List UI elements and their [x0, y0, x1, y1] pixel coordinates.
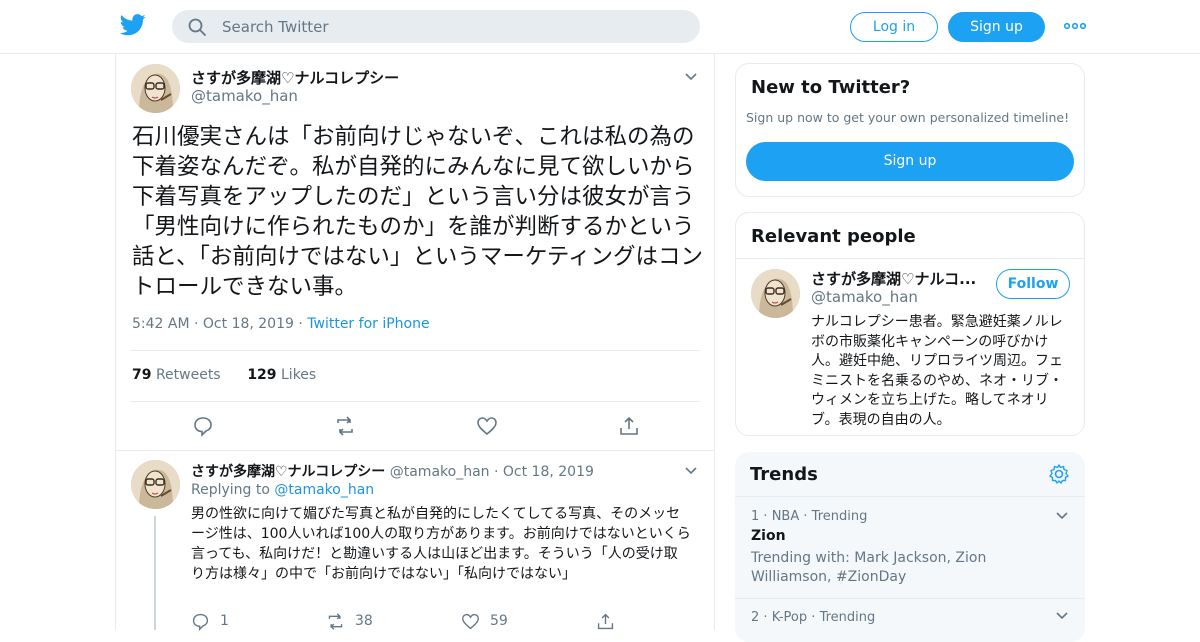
new-to-twitter-card: New to Twitter? Sign up now to get your …: [735, 63, 1085, 197]
trends-title: Trends: [750, 464, 818, 485]
tweet-meta: 5:42 AM · Oct 18, 2019 · Twitter for iPh…: [132, 316, 430, 332]
person-bio: ナルコレプシー患者。緊急避妊薬ノルレボの市販薬化キャンペーンの呼びかけ人。避妊中…: [811, 314, 1063, 428]
trend-item[interactable]: 2 · K-Pop · Trending: [735, 599, 1085, 642]
divider: [736, 258, 1084, 259]
replying-to: Replying to @tamako_han: [191, 482, 374, 498]
trend-rank: 2: [751, 610, 760, 625]
tweet-stats: 79 Retweets 129 Likes: [132, 367, 316, 383]
reply-icon[interactable]: [192, 415, 214, 437]
ellipsis-icon[interactable]: [1062, 18, 1088, 34]
sidebar-signup-button[interactable]: Sign up: [746, 142, 1074, 181]
trend-name: Zion: [751, 528, 786, 544]
trend-status: Trending: [811, 509, 868, 524]
reply-icon[interactable]: [191, 612, 210, 631]
chevron-down-icon[interactable]: [1055, 611, 1069, 621]
new-to-twitter-subtitle: Sign up now to get your own personalized…: [746, 110, 1070, 125]
search-icon: [188, 18, 206, 36]
retweets-count: 79: [132, 367, 152, 383]
new-to-twitter-title: New to Twitter?: [751, 77, 911, 98]
thread-line: [154, 516, 156, 630]
tweet-date[interactable]: Oct 18, 2019: [203, 316, 294, 332]
trend-category: NBA: [771, 509, 800, 524]
divider: [116, 450, 714, 451]
search-bar[interactable]: [172, 10, 700, 43]
share-icon[interactable]: [596, 612, 615, 631]
trend-separator: ·: [763, 610, 768, 625]
share-icon[interactable]: [618, 415, 640, 437]
avatar-illustration-icon: [131, 64, 180, 113]
tweet-source-link[interactable]: Twitter for iPhone: [307, 316, 429, 332]
trend-context: 1 · NBA · Trending: [751, 509, 867, 524]
likes-count: 129: [247, 367, 277, 383]
trend-related: Trending with: Mark Jackson, Zion Willia…: [751, 550, 987, 585]
retweets-label: Retweets: [155, 367, 221, 383]
trend-context: 2 · K-Pop · Trending: [751, 610, 875, 625]
person-handle[interactable]: @tamako_han: [811, 288, 918, 306]
trend-category: K-Pop: [771, 610, 808, 625]
trend-separator: ·: [803, 509, 808, 524]
login-button[interactable]: Log in: [850, 12, 938, 42]
reply-header: さすが多摩湖♡ナルコレプシー @tamako_han · Oct 18, 201…: [191, 461, 594, 481]
top-header: Log in Sign up: [0, 0, 1200, 54]
signup-button[interactable]: Sign up: [948, 12, 1045, 42]
tweet-text: 石川優実さんは「お前向けじゃないぞ、これは私の為の下着姿なんだぞ。私が自発的にみ…: [132, 124, 704, 300]
trend-item[interactable]: 1 · NBA · Trending Zion Trending with: M…: [735, 497, 1085, 597]
trend-separator: ·: [763, 509, 768, 524]
meta-separator: ·: [493, 464, 499, 480]
search-input[interactable]: [222, 10, 682, 43]
trend-separator: ·: [811, 610, 816, 625]
gear-icon[interactable]: [1048, 463, 1070, 485]
tweet-time[interactable]: 5:42 AM: [132, 316, 190, 332]
meta-separator: ·: [298, 316, 303, 332]
tweet-column: さすが多摩湖♡ナルコレプシー @tamako_han 石川優実さんは「お前向けじ…: [115, 54, 715, 631]
relevant-people-title: Relevant people: [751, 226, 916, 247]
chevron-down-icon[interactable]: [684, 72, 698, 82]
like-count: 59: [490, 613, 508, 629]
reply-date[interactable]: Oct 18, 2019: [503, 464, 594, 480]
avatar-illustration-icon: [131, 460, 180, 509]
like-icon[interactable]: [461, 612, 480, 631]
divider: [131, 350, 700, 351]
chevron-down-icon[interactable]: [1055, 511, 1069, 521]
avatar[interactable]: [131, 64, 180, 113]
trend-rank: 1: [751, 509, 760, 524]
retweets-stat[interactable]: 79 Retweets: [132, 367, 221, 383]
person-name[interactable]: さすが多摩湖♡ナルコ...: [811, 268, 976, 289]
like-icon[interactable]: [476, 415, 498, 437]
reply-author-handle[interactable]: @tamako_han: [390, 464, 490, 480]
avatar[interactable]: [751, 269, 800, 318]
retweet-icon[interactable]: [326, 612, 345, 631]
likes-label: Likes: [281, 367, 317, 383]
meta-separator: ·: [194, 316, 199, 332]
replying-to-link[interactable]: @tamako_han: [274, 482, 374, 498]
reply-text: 男の性欲に向けて媚びた写真と私が自発的にしたくてしてる写真、そのメッセージ性は、…: [191, 506, 691, 582]
avatar[interactable]: [131, 460, 180, 509]
divider: [131, 401, 700, 402]
relevant-people-card: Relevant people さすが多摩湖♡ナルコ... @tamako_ha…: [735, 212, 1085, 436]
trends-card: Trends 1 · NBA · Trending Zion Trending …: [735, 452, 1085, 642]
retweet-count: 38: [355, 613, 373, 629]
author-name[interactable]: さすが多摩湖♡ナルコレプシー: [191, 67, 399, 88]
twitter-bird-icon[interactable]: [120, 14, 146, 36]
follow-button[interactable]: Follow: [996, 269, 1070, 299]
chevron-down-icon[interactable]: [684, 466, 698, 476]
retweet-icon[interactable]: [334, 415, 356, 437]
likes-stat[interactable]: 129 Likes: [247, 367, 316, 383]
reply-count: 1: [220, 613, 229, 629]
trend-status: Trending: [819, 610, 876, 625]
author-handle[interactable]: @tamako_han: [191, 87, 298, 105]
avatar-illustration-icon: [751, 269, 800, 318]
reply-author-name[interactable]: さすが多摩湖♡ナルコレプシー: [191, 464, 385, 480]
replying-label: Replying to: [191, 482, 270, 498]
